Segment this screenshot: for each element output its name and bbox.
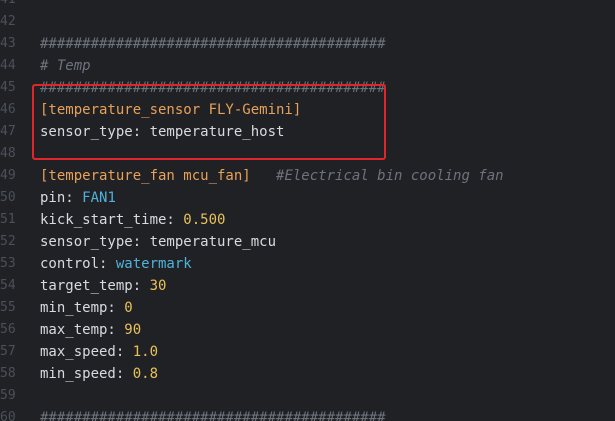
code-editor[interactable]: 41 42 43 ##################################… xyxy=(0,0,615,421)
line-code: [temperature_fan mcu_fan] #Electrical bi… xyxy=(40,165,504,187)
code-token: 0.8 xyxy=(132,366,159,382)
line-number: 43 xyxy=(0,36,16,51)
code-token: control: xyxy=(40,256,116,272)
code-line[interactable]: 59 xyxy=(0,385,615,407)
line-number: 49 xyxy=(0,168,16,183)
code-token: kick_start_time: xyxy=(40,212,184,228)
code-token: max_speed: xyxy=(40,344,133,360)
line-code: control: watermark xyxy=(40,253,192,275)
code-line[interactable]: 50 pin: FAN1 xyxy=(0,187,615,209)
code-token: temperature_mcu xyxy=(149,234,277,250)
line-code: ########################################… xyxy=(40,77,386,99)
line-number: 47 xyxy=(0,124,16,139)
code-token: FAN1 xyxy=(82,190,116,206)
line-number: 57 xyxy=(0,344,16,359)
line-code: pin: FAN1 xyxy=(40,187,116,209)
code-line[interactable]: 51 kick_start_time: 0.500 xyxy=(0,209,615,231)
line-code: min_temp: 0 xyxy=(40,297,133,319)
line-code: ########################################… xyxy=(40,33,386,55)
code-token: sensor_type: xyxy=(40,124,150,140)
line-number: 55 xyxy=(0,300,16,315)
line-number: 53 xyxy=(0,256,16,271)
line-number: 44 xyxy=(0,58,16,73)
code-token: 1.0 xyxy=(132,344,159,360)
code-line[interactable]: 49 [temperature_fan mcu_fan] #Electrical … xyxy=(0,165,615,187)
code-line[interactable]: 47 sensor_type: temperature_host xyxy=(0,121,615,143)
code-line[interactable]: 45 ######################################… xyxy=(0,77,615,99)
line-code: sensor_type: temperature_host xyxy=(40,121,284,143)
code-line[interactable]: 55 min_temp: 0 xyxy=(0,297,615,319)
code-line[interactable]: 41 xyxy=(0,0,615,11)
code-line[interactable]: 46 [temperature_sensor FLY-Gemini] xyxy=(0,99,615,121)
code-token: min_speed: xyxy=(40,366,133,382)
line-code: kick_start_time: 0.500 xyxy=(40,209,225,231)
line-number: 51 xyxy=(0,212,16,227)
line-number: 41 xyxy=(0,0,16,11)
code-token: 0.500 xyxy=(183,212,226,228)
code-token: ########################################… xyxy=(40,80,386,96)
line-code: min_speed: 0.8 xyxy=(40,363,158,385)
code-token: max_temp: xyxy=(40,322,125,338)
line-number: 46 xyxy=(0,102,16,117)
code-token: min_temp: xyxy=(40,300,125,316)
line-number: 42 xyxy=(0,14,16,29)
code-line[interactable]: 43 ######################################… xyxy=(0,33,615,55)
line-number: 60 xyxy=(0,410,16,421)
code-token: sensor_type: xyxy=(40,234,150,250)
code-token: pin: xyxy=(40,190,83,206)
code-line[interactable]: 54 target_temp: 30 xyxy=(0,275,615,297)
line-number: 52 xyxy=(0,234,16,249)
code-token: 30 xyxy=(149,278,167,294)
code-line[interactable]: 53 control: watermark xyxy=(0,253,615,275)
code-line[interactable]: 57 max_speed: 1.0 xyxy=(0,341,615,363)
line-code: [temperature_sensor FLY-Gemini] xyxy=(40,99,301,121)
line-number: 54 xyxy=(0,278,16,293)
code-line[interactable]: 44 # Temp xyxy=(0,55,615,77)
line-code: # Temp xyxy=(40,55,91,77)
line-code: ########################################… xyxy=(40,407,386,421)
code-token: ########################################… xyxy=(40,36,386,52)
line-code: sensor_type: temperature_mcu xyxy=(40,231,276,253)
code-token: [temperature_fan mcu_fan] xyxy=(40,168,251,184)
line-number: 58 xyxy=(0,366,16,381)
code-line[interactable]: 56 max_temp: 90 xyxy=(0,319,615,341)
code-token: [temperature_sensor FLY-Gemini] xyxy=(40,102,302,118)
line-number: 59 xyxy=(0,388,16,403)
code-token: #Electrical bin cooling fan xyxy=(276,168,504,184)
code-token: watermark xyxy=(115,256,192,272)
line-number: 50 xyxy=(0,190,16,205)
code-token: temperature_host xyxy=(149,124,285,140)
code-line[interactable]: 48 xyxy=(0,143,615,165)
code-line[interactable]: 58 min_speed: 0.8 xyxy=(0,363,615,385)
code-token: ########################################… xyxy=(40,410,386,421)
code-token: # Temp xyxy=(40,58,91,74)
line-number: 48 xyxy=(0,146,16,161)
code-line[interactable]: 52 sensor_type: temperature_mcu xyxy=(0,231,615,253)
code-line[interactable]: 42 xyxy=(0,11,615,33)
code-token: 90 xyxy=(124,322,142,338)
line-number: 45 xyxy=(0,80,16,95)
code-line[interactable]: 60 ######################################… xyxy=(0,407,615,421)
line-code: target_temp: 30 xyxy=(40,275,166,297)
code-token: target_temp: xyxy=(40,278,150,294)
code-token: 0 xyxy=(124,300,133,316)
line-code: max_temp: 90 xyxy=(40,319,141,341)
line-code: max_speed: 1.0 xyxy=(40,341,158,363)
line-number: 56 xyxy=(0,322,16,337)
